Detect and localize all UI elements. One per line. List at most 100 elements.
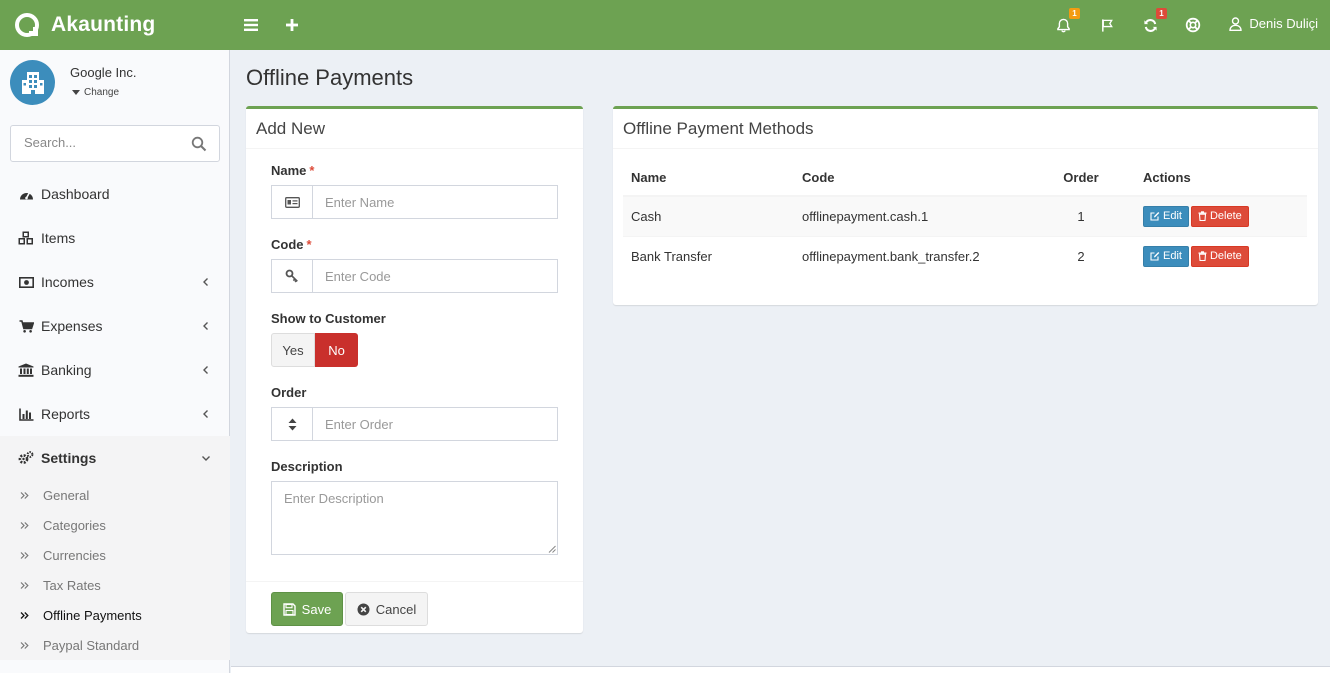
sidebar-subitem-label: Currencies [43, 547, 106, 563]
payment-methods-panel: Offline Payment Methods Name Code Order … [613, 106, 1318, 305]
angle-double-right-icon [20, 581, 30, 590]
help-button[interactable] [1182, 14, 1204, 36]
bar-chart-icon [18, 406, 34, 422]
plus-icon [286, 19, 298, 31]
settings-submenu: General Categories Currencies Tax Rates … [0, 480, 230, 660]
column-header-order[interactable]: Order [1027, 159, 1135, 197]
chevron-left-icon [203, 410, 208, 418]
sidebar-item-label: Banking [41, 362, 92, 378]
name-label: Name * [271, 163, 315, 178]
sidebar-subitem-label: Tax Rates [43, 577, 101, 593]
method-code: offlinepayment.cash.1 [794, 195, 1027, 236]
method-name: Bank Transfer [623, 235, 794, 276]
sidebar-toggle-button[interactable] [240, 14, 262, 36]
hamburger-icon [244, 19, 258, 31]
dashboard-icon [18, 186, 34, 202]
edit-button[interactable]: Edit [1143, 205, 1189, 227]
method-code: offlinepayment.bank_transfer.2 [794, 235, 1027, 276]
footer-bar [231, 666, 1330, 673]
method-order: 1 [1027, 195, 1135, 236]
payment-methods-title: Offline Payment Methods [613, 109, 1318, 149]
code-field [271, 259, 558, 293]
updates-button[interactable]: 1 [1139, 8, 1167, 36]
sidebar-item-label: Expenses [41, 318, 103, 334]
sidebar-search [10, 125, 220, 162]
cancel-label: Cancel [375, 601, 417, 617]
company-avatar [10, 60, 55, 105]
column-header-code[interactable]: Code [794, 159, 1027, 197]
akaunting-logo-icon [15, 13, 39, 37]
top-navbar: Akaunting 1 1 Denis Duliçi [0, 0, 1330, 50]
name-input[interactable] [313, 186, 557, 218]
sidebar: Google Inc. Change Dashboard Items Incom… [0, 50, 230, 673]
sidebar-item-dashboard[interactable]: Dashboard [0, 172, 230, 216]
angle-double-right-icon [20, 491, 30, 500]
sidebar-item-items[interactable]: Items [0, 216, 230, 260]
building-icon [21, 71, 44, 94]
edit-icon [1150, 252, 1160, 261]
cancel-button[interactable]: Cancel [345, 592, 428, 626]
sidebar-subitem-tax-rates[interactable]: Tax Rates [0, 570, 230, 600]
sidebar-subitem-paypal-standard[interactable]: Paypal Standard [0, 630, 230, 660]
sidebar-item-label: Items [41, 230, 76, 246]
company-switcher: Google Inc. Change [10, 60, 220, 106]
add-new-title: Add New [246, 109, 583, 149]
chevron-left-icon [203, 322, 208, 330]
trash-icon [1198, 251, 1207, 262]
edit-button[interactable]: Edit [1143, 245, 1189, 267]
app-logo[interactable]: Akaunting [14, 11, 155, 39]
id-card-icon [272, 186, 313, 218]
chevron-down-icon [202, 456, 210, 461]
code-input[interactable] [313, 260, 557, 292]
sidebar-subitem-label: Paypal Standard [43, 637, 140, 653]
page-title: Offline Payments [246, 65, 414, 90]
sidebar-item-banking[interactable]: Banking [0, 348, 230, 392]
payment-methods-table: Name Code Order Actions Cash offlinepaym… [623, 159, 1307, 276]
order-input[interactable] [313, 408, 557, 440]
order-field [271, 407, 558, 441]
description-field [271, 481, 558, 555]
user-menu[interactable]: Denis Duliçi [1229, 16, 1318, 31]
sidebar-item-settings[interactable]: Settings [0, 436, 230, 480]
app-name: Akaunting [51, 13, 156, 36]
sidebar-item-reports[interactable]: Reports [0, 392, 230, 436]
yes-button[interactable]: Yes [271, 333, 315, 367]
angle-double-right-icon [20, 551, 30, 560]
resize-handle-icon[interactable] [548, 545, 556, 553]
user-icon [1229, 16, 1243, 31]
key-icon [272, 260, 313, 292]
description-input[interactable] [272, 482, 557, 554]
sidebar-item-incomes[interactable]: Incomes [0, 260, 230, 304]
sidebar-subitem-offline-payments[interactable]: Offline Payments [0, 600, 230, 630]
angle-double-right-icon [20, 521, 30, 530]
sidebar-subitem-categories[interactable]: Categories [0, 510, 230, 540]
sidebar-subitem-general[interactable]: General [0, 480, 230, 510]
chevron-left-icon [203, 278, 208, 286]
delete-button[interactable]: Delete [1190, 245, 1249, 267]
sort-icon [272, 408, 313, 440]
save-button[interactable]: Save [271, 592, 343, 626]
sidebar-subitem-label: Offline Payments [43, 607, 142, 623]
trash-icon [1198, 211, 1207, 222]
floppy-disk-icon [282, 602, 296, 616]
no-button[interactable]: No [315, 333, 358, 367]
column-header-name[interactable]: Name [623, 159, 794, 197]
updates-badge: 1 [1156, 8, 1167, 19]
company-change-link[interactable]: Change [72, 87, 119, 98]
edit-icon [1150, 212, 1160, 221]
sidebar-item-expenses[interactable]: Expenses [0, 304, 230, 348]
sidebar-item-label: Reports [41, 406, 91, 422]
sidebar-subitem-currencies[interactable]: Currencies [0, 540, 230, 570]
delete-button[interactable]: Delete [1190, 205, 1249, 227]
show-to-customer-label: Show to Customer [271, 311, 386, 326]
search-icon[interactable] [191, 136, 207, 152]
row-actions: Edit Delete [1135, 235, 1307, 276]
refresh-icon [1143, 18, 1157, 32]
life-ring-icon [1185, 17, 1201, 33]
flag-button[interactable] [1096, 14, 1118, 36]
quick-add-button[interactable] [281, 14, 303, 36]
money-icon [18, 274, 34, 290]
search-input[interactable] [24, 135, 184, 150]
notifications-button[interactable]: 1 [1052, 8, 1080, 36]
sidebar-item-label: Dashboard [41, 186, 110, 202]
